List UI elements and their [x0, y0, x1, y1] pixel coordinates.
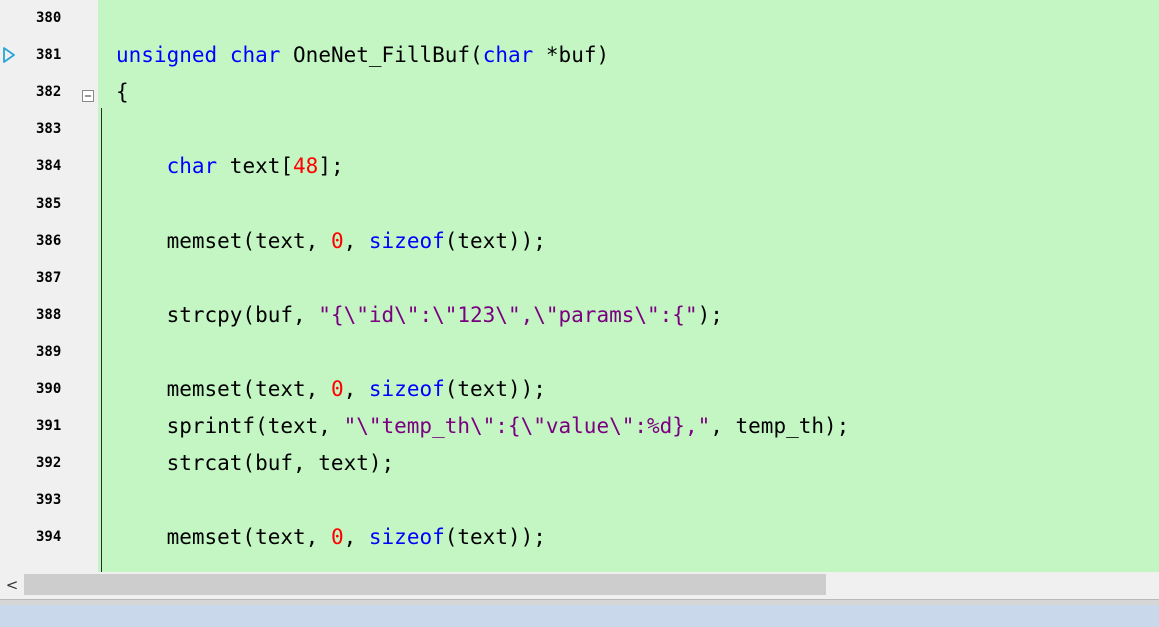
- code-token: OneNet_FillBuf(: [280, 43, 483, 68]
- line-number: 381: [36, 47, 62, 64]
- code-line[interactable]: strcpy(buf, "{\"id\":\"123\",\"params\":…: [116, 301, 723, 329]
- line-number: 394: [36, 529, 62, 546]
- scrollbar-thumb[interactable]: [24, 574, 826, 595]
- code-token: ,: [343, 228, 369, 253]
- line-number: 391: [36, 418, 62, 435]
- code-token: sprintf(text,: [116, 414, 344, 439]
- code-line[interactable]: memset(text, 0, sizeof(text));: [116, 523, 546, 551]
- string-token: "{\"id\":\"123\",\"params\":{": [318, 302, 698, 327]
- code-token: ,: [343, 377, 369, 401]
- line-number: 386: [36, 232, 62, 249]
- code-token: {: [116, 80, 129, 105]
- line-number: 393: [36, 492, 62, 509]
- code-token: strcat(buf, text);: [116, 451, 395, 476]
- code-line[interactable]: memset(text, 0, sizeof(text));: [116, 227, 546, 255]
- code-token: (text));: [444, 525, 546, 550]
- code-token: text[: [217, 154, 294, 179]
- code-line[interactable]: strcat(buf, text);: [116, 449, 395, 477]
- fold-region-line: [101, 108, 102, 572]
- code-token: memset(text,: [116, 377, 331, 401]
- current-line-arrow-icon: [2, 46, 16, 68]
- keyword-token: sizeof: [368, 377, 445, 401]
- line-number: 385: [36, 195, 62, 212]
- number-token: 48: [293, 154, 319, 179]
- horizontal-scrollbar[interactable]: <: [0, 572, 1159, 599]
- keyword-token: sizeof: [368, 228, 445, 253]
- code-token: *buf): [533, 43, 610, 68]
- code-token: ,: [343, 525, 369, 550]
- line-number: 383: [36, 121, 62, 138]
- output-panel: [0, 605, 1159, 627]
- number-token: 0: [330, 228, 344, 253]
- line-number: 387: [36, 269, 62, 286]
- scroll-left-arrow-icon[interactable]: <: [3, 575, 21, 595]
- code-token: ];: [318, 154, 344, 179]
- line-number: 390: [36, 381, 62, 397]
- number-token: 0: [330, 377, 344, 401]
- code-editor[interactable]: 380 381 unsigned char OneNet_FillBuf(char …: [0, 0, 1159, 572]
- number-token: 0: [330, 525, 344, 550]
- keyword-token: unsigned: [116, 43, 218, 68]
- line-number: 392: [36, 455, 62, 472]
- code-token: );: [697, 302, 723, 327]
- keyword-token: char: [482, 43, 534, 68]
- code-line[interactable]: memset(text, 0, sizeof(text));: [116, 375, 546, 403]
- line-number: 380: [36, 10, 62, 26]
- fold-collapse-icon[interactable]: [82, 87, 94, 106]
- code-line[interactable]: char text[48];: [116, 152, 344, 180]
- keyword-token: sizeof: [368, 525, 445, 550]
- line-number: 384: [36, 158, 62, 175]
- keyword-token: char: [229, 43, 281, 68]
- line-number: 382: [36, 84, 62, 101]
- code-token: memset(text,: [116, 525, 331, 550]
- string-token: "\"temp_th\":{\"value\":%d},": [343, 414, 711, 439]
- line-number: 389: [36, 343, 62, 360]
- code-token: memset(text,: [116, 228, 331, 253]
- line-number: 388: [36, 306, 62, 323]
- code-token: (text));: [444, 377, 546, 401]
- code-token: (text));: [444, 228, 546, 253]
- keyword-token: char: [166, 154, 218, 179]
- code-token: , temp_th);: [710, 414, 850, 439]
- code-token: strcpy(buf,: [116, 302, 319, 327]
- code-line[interactable]: {: [116, 78, 129, 106]
- code-line[interactable]: sprintf(text, "\"temp_th\":{\"value\":%d…: [116, 412, 850, 440]
- code-line[interactable]: unsigned char OneNet_FillBuf(char *buf): [116, 41, 609, 69]
